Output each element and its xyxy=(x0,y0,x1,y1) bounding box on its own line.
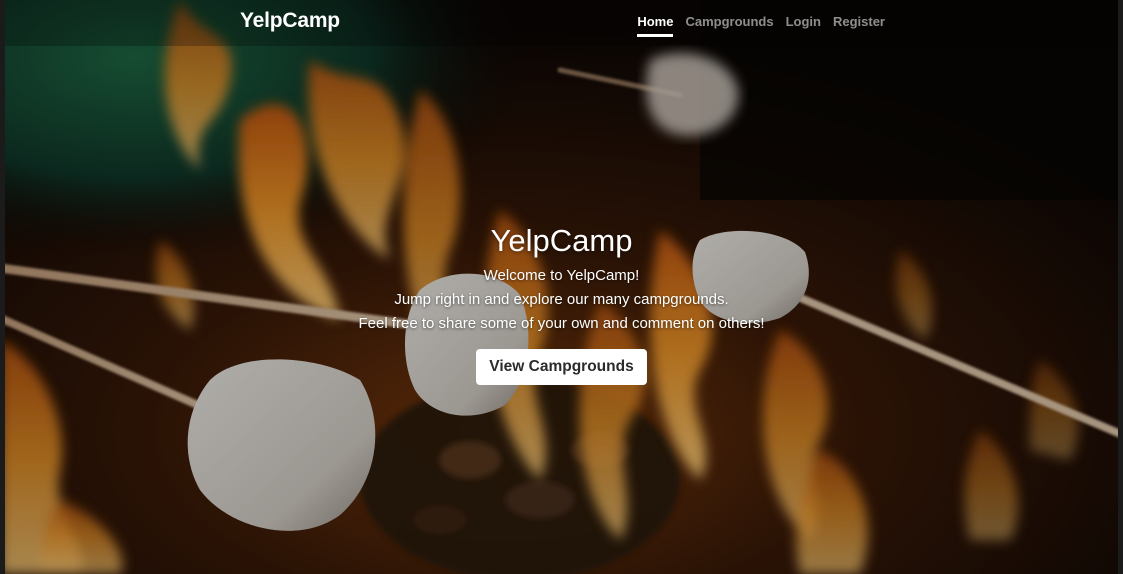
hero-title: YelpCamp xyxy=(490,223,633,258)
hero-share-text: Feel free to share some of your own and … xyxy=(358,315,765,332)
view-campgrounds-button[interactable]: View Campgrounds xyxy=(476,349,647,385)
nav-link-login[interactable]: Login xyxy=(786,12,821,37)
nav-link-campgrounds[interactable]: Campgrounds xyxy=(685,12,773,37)
brand-logo[interactable]: YelpCamp xyxy=(240,9,340,33)
nav-link-home[interactable]: Home xyxy=(637,12,674,37)
navbar: YelpCamp Home Campgrounds Login Register xyxy=(240,0,885,44)
nav-links: Home Campgrounds Login Register xyxy=(637,12,885,37)
hero-section: YelpCamp Welcome to YelpCamp! Jump right… xyxy=(0,222,1123,385)
nav-link-register[interactable]: Register xyxy=(833,12,885,37)
hero-explore-text: Jump right in and explore our many campg… xyxy=(394,291,729,308)
landing-page: YelpCamp Home Campgrounds Login Register… xyxy=(0,0,1123,574)
hero-welcome-text: Welcome to YelpCamp! xyxy=(483,267,640,284)
